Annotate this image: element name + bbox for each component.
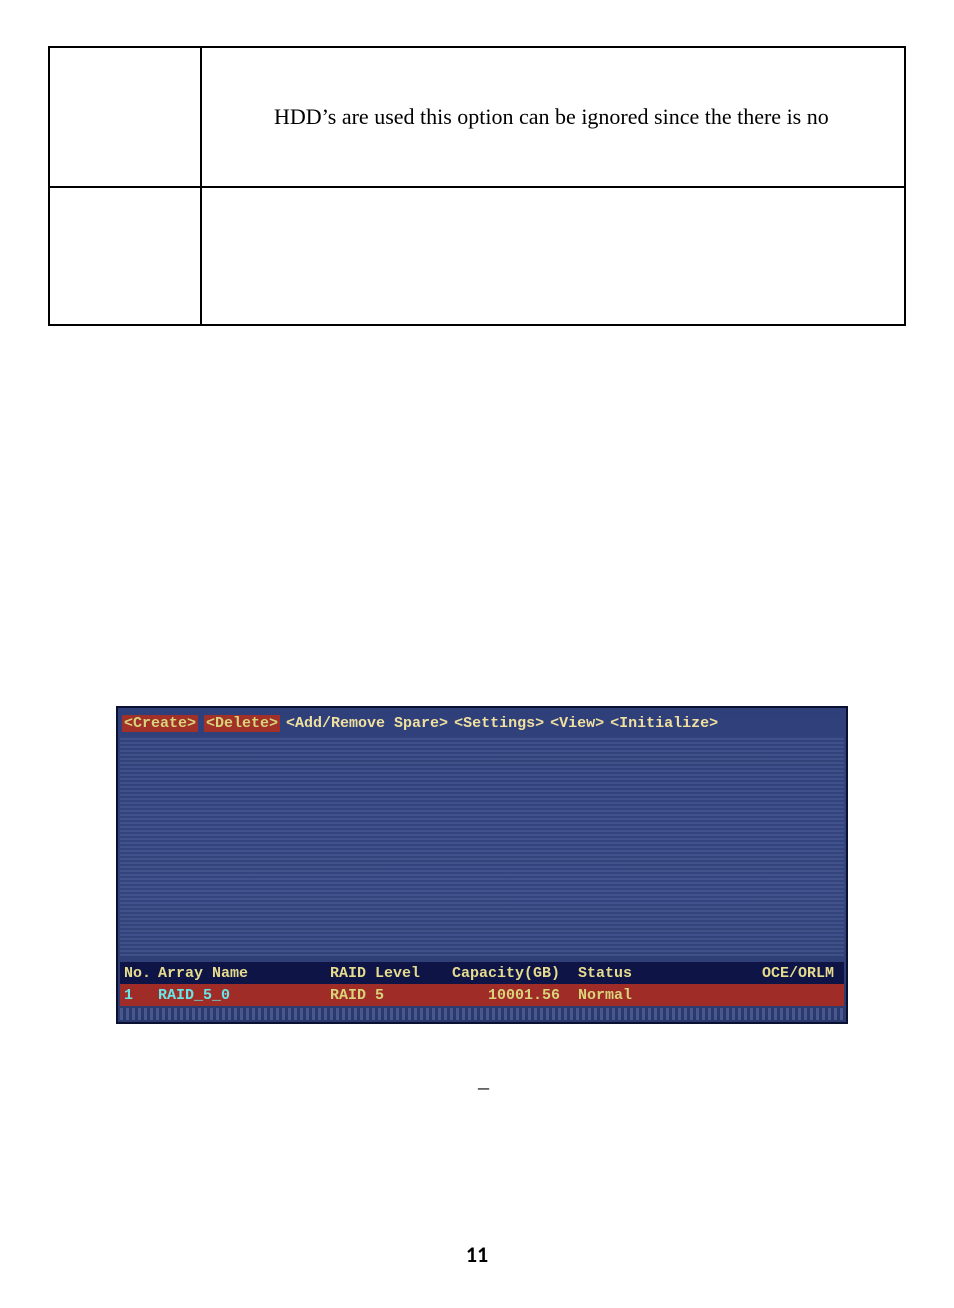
row-status: Normal	[570, 987, 720, 1004]
bios-menu: <Create> <Delete> <Add/Remove Spare> <Se…	[122, 712, 842, 734]
row-name: RAID_5_0	[158, 987, 330, 1004]
table-cell-right-1: HDD’s are used this option can be ignore…	[201, 47, 905, 187]
table-cell-right-2	[201, 187, 905, 325]
menu-delete[interactable]: <Delete>	[204, 715, 280, 732]
menu-view[interactable]: <View>	[550, 715, 604, 732]
options-table: HDD’s are used this option can be ignore…	[48, 46, 906, 326]
dash-mark: –	[478, 1074, 489, 1100]
bios-footer-bar	[120, 1008, 844, 1020]
menu-settings[interactable]: <Settings>	[454, 715, 544, 732]
hdr-no: No.	[120, 965, 158, 982]
row1-text: HDD’s are used this option can be ignore…	[274, 104, 829, 129]
row-cap: 10001.56	[438, 987, 570, 1004]
menu-create[interactable]: <Create>	[122, 715, 198, 732]
page-number: 11	[0, 1241, 954, 1268]
hdr-name: Array Name	[158, 965, 330, 982]
table-cell-left-1	[49, 47, 201, 187]
menu-addremove-spare[interactable]: <Add/Remove Spare>	[286, 715, 448, 732]
row-no: 1	[120, 987, 158, 1004]
bios-table-row[interactable]: 1 RAID_5_0 RAID 5 10001.56 Normal	[120, 984, 844, 1006]
row-level: RAID 5	[330, 987, 438, 1004]
bios-table-header: No. Array Name RAID Level Capacity(GB) S…	[120, 962, 844, 984]
hdr-oce: OCE/ORLM	[720, 965, 844, 982]
table-cell-left-2	[49, 187, 201, 325]
hdr-status: Status	[570, 965, 720, 982]
bios-screenshot: <Create> <Delete> <Add/Remove Spare> <Se…	[116, 706, 848, 1024]
bios-background-hatch	[120, 736, 844, 956]
hdr-level: RAID Level	[330, 965, 438, 982]
menu-initialize[interactable]: <Initialize>	[610, 715, 718, 732]
hdr-cap: Capacity(GB)	[438, 965, 570, 982]
